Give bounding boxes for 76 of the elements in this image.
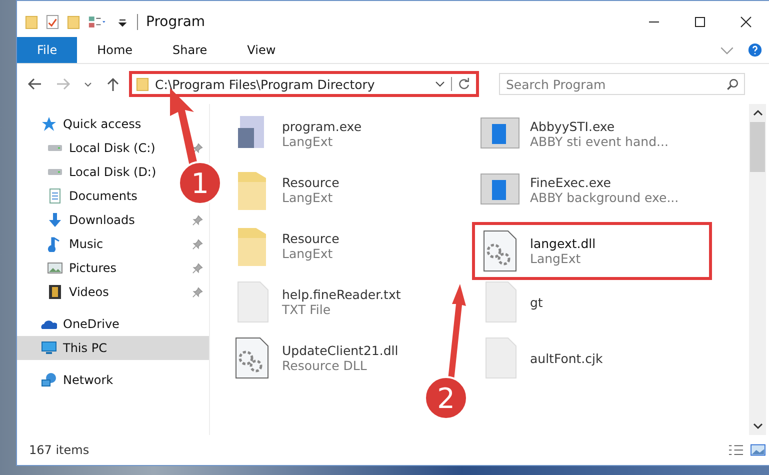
file-item[interactable]: AbbyySTI.exe ABBY sti event hand... — [472, 106, 674, 162]
search-icon[interactable] — [726, 78, 739, 91]
pin-icon[interactable] — [192, 142, 203, 154]
file-item[interactable]: aultFont.cjk — [472, 330, 609, 386]
file-name: FineExec.exe — [530, 175, 612, 190]
sidebar-item[interactable]: Local Disk (D:) — [17, 160, 162, 184]
file-item[interactable]: FineExec.exe ABBY background exe... — [472, 162, 685, 218]
file-name: Resource — [282, 175, 340, 190]
large-icons-view-icon[interactable] — [750, 443, 766, 457]
file-type: ABBY sti event hand... — [530, 134, 668, 149]
picture-icon — [47, 260, 63, 276]
sidebar-item[interactable]: Documents — [17, 184, 144, 208]
ribbon-tab[interactable]: Home — [77, 37, 153, 63]
sidebar-item[interactable]: Downloads — [17, 208, 209, 232]
up-arrow-icon[interactable] — [105, 76, 121, 92]
file-name: langext.dll — [530, 236, 596, 251]
film-icon — [47, 284, 63, 300]
drive-icon — [47, 168, 63, 176]
sidebar-item[interactable]: Quick access — [17, 112, 148, 136]
download-arrow-icon — [47, 212, 63, 228]
ribbon-tab[interactable]: File — [17, 37, 78, 63]
scroll-thumb[interactable] — [750, 122, 765, 172]
maximize-icon[interactable] — [694, 16, 706, 28]
file-item[interactable]: Resource LangExt — [224, 218, 346, 274]
file-name: help.fineReader.txt — [282, 287, 401, 302]
address-path: C:\Program Files\Program Directory — [155, 76, 376, 92]
file-item[interactable]: program.exe LangExt — [224, 106, 368, 162]
file-type: ABBY background exe... — [530, 190, 679, 205]
folder-icon — [136, 76, 149, 92]
ribbon-tab[interactable]: View — [227, 37, 296, 63]
pin-icon[interactable] — [192, 214, 203, 226]
dropdown-caret-icon[interactable] — [435, 79, 445, 89]
file-type: TXT File — [282, 302, 332, 317]
file-name: AbbyySTI.exe — [530, 119, 616, 134]
file-name: Resource — [282, 231, 340, 246]
file-item[interactable]: UpdateClient21.dll Resource DLL — [224, 330, 404, 386]
pin-icon[interactable] — [192, 286, 203, 298]
scrollbar[interactable] — [749, 104, 766, 435]
back-arrow-icon[interactable] — [27, 76, 43, 92]
network-icon — [41, 372, 57, 388]
close-icon[interactable] — [740, 16, 752, 28]
file-name: UpdateClient21.dll — [282, 343, 398, 358]
document-icon — [47, 188, 63, 204]
sidebar-item[interactable]: This PC — [17, 336, 209, 360]
sidebar-item[interactable]: Music — [17, 232, 209, 256]
pin-icon[interactable] — [192, 262, 203, 274]
pin-icon[interactable] — [192, 238, 203, 250]
sidebar-item[interactable]: OneDrive — [17, 312, 126, 336]
file-item[interactable]: help.fineReader.txt TXT File — [224, 274, 407, 330]
sidebar-item[interactable]: Pictures — [17, 256, 209, 280]
drive-icon — [47, 144, 63, 152]
window-title: Program — [146, 14, 206, 30]
file-type: Resource DLL — [282, 358, 368, 373]
help-icon[interactable] — [748, 43, 762, 57]
view-options-icon[interactable] — [88, 14, 108, 30]
scroll-down-icon[interactable] — [752, 421, 762, 431]
sidebar-item[interactable]: Local Disk (C:) — [17, 136, 209, 160]
file-name: program.exe — [282, 119, 362, 134]
sidebar-item[interactable]: Videos — [17, 280, 209, 304]
file-type: LangExt — [282, 190, 334, 205]
file-type: LangExt — [282, 134, 334, 149]
search-field[interactable]: Search Program — [499, 73, 745, 95]
file-type: LangExt — [282, 246, 334, 261]
file-name: aultFont.cjk — [530, 350, 603, 366]
item-count: 167 items — [29, 443, 90, 457]
monitor-icon — [41, 340, 57, 356]
file-name: gt — [530, 294, 543, 310]
address-bar[interactable]: C:\Program Files\Program Directory — [129, 71, 479, 97]
file-item[interactable]: Resource LangExt — [224, 162, 346, 218]
properties-icon[interactable] — [46, 14, 59, 30]
sidebar-item[interactable]: Network — [17, 368, 120, 392]
file-type: LangExt — [530, 251, 582, 266]
details-view-icon[interactable] — [728, 443, 744, 457]
ribbon-tab[interactable]: Share — [152, 37, 228, 63]
star-icon — [41, 116, 57, 132]
scroll-up-icon[interactable] — [752, 108, 762, 118]
